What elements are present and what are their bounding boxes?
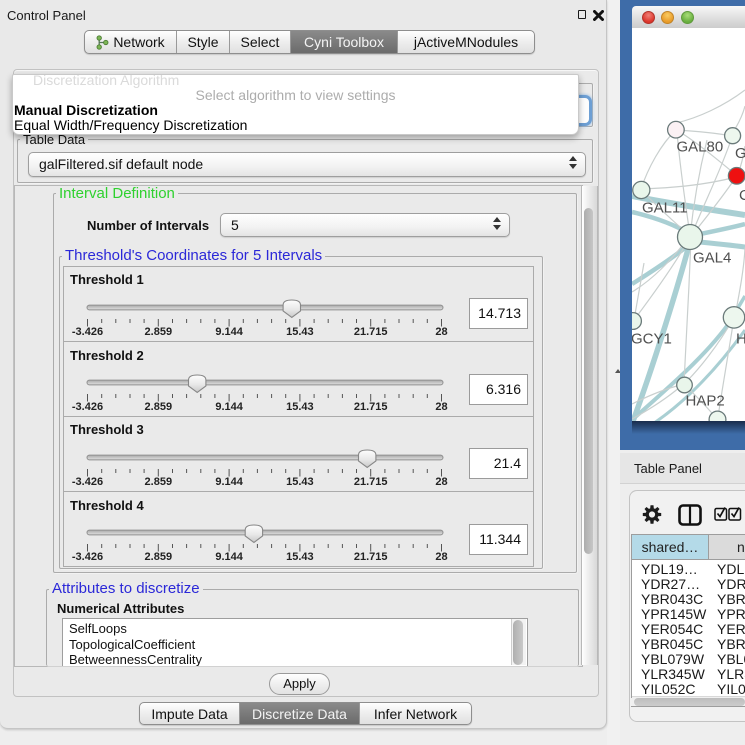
svg-text:GAL80: GAL80 [677, 139, 724, 156]
svg-text:15.43: 15.43 [286, 326, 314, 338]
svg-text:GA: GA [735, 145, 745, 162]
svg-text:GAL11: GAL11 [642, 200, 688, 217]
svg-text:9.144: 9.144 [215, 326, 243, 338]
svg-text:H: H [736, 331, 745, 348]
svg-text:GAL4: GAL4 [693, 250, 731, 267]
svg-text:15.43: 15.43 [286, 401, 314, 413]
svg-text:21.715: 21.715 [354, 326, 388, 338]
svg-text:HAP2: HAP2 [686, 393, 725, 410]
svg-text:-3.426: -3.426 [72, 401, 103, 413]
svg-text:15.43: 15.43 [286, 551, 314, 563]
svg-text:C: C [739, 187, 745, 204]
svg-text:2.859: 2.859 [145, 551, 173, 563]
svg-text:21.715: 21.715 [354, 476, 388, 488]
svg-text:2.859: 2.859 [145, 476, 173, 488]
svg-text:9.144: 9.144 [215, 476, 243, 488]
svg-text:21.715: 21.715 [354, 401, 388, 413]
svg-text:-3.426: -3.426 [72, 326, 103, 338]
svg-text:28: 28 [435, 551, 447, 563]
svg-text:-3.426: -3.426 [72, 551, 103, 563]
svg-text:28: 28 [435, 401, 447, 413]
svg-text:15.43: 15.43 [286, 476, 314, 488]
svg-text:-3.426: -3.426 [72, 476, 103, 488]
svg-text:2.859: 2.859 [145, 401, 173, 413]
svg-text:21.715: 21.715 [354, 551, 388, 563]
svg-text:9.144: 9.144 [215, 401, 243, 413]
svg-text:28: 28 [435, 326, 447, 338]
svg-text:9.144: 9.144 [215, 551, 243, 563]
svg-text:GCY1: GCY1 [632, 331, 672, 348]
svg-text:28: 28 [435, 476, 447, 488]
svg-text:2.859: 2.859 [145, 326, 173, 338]
